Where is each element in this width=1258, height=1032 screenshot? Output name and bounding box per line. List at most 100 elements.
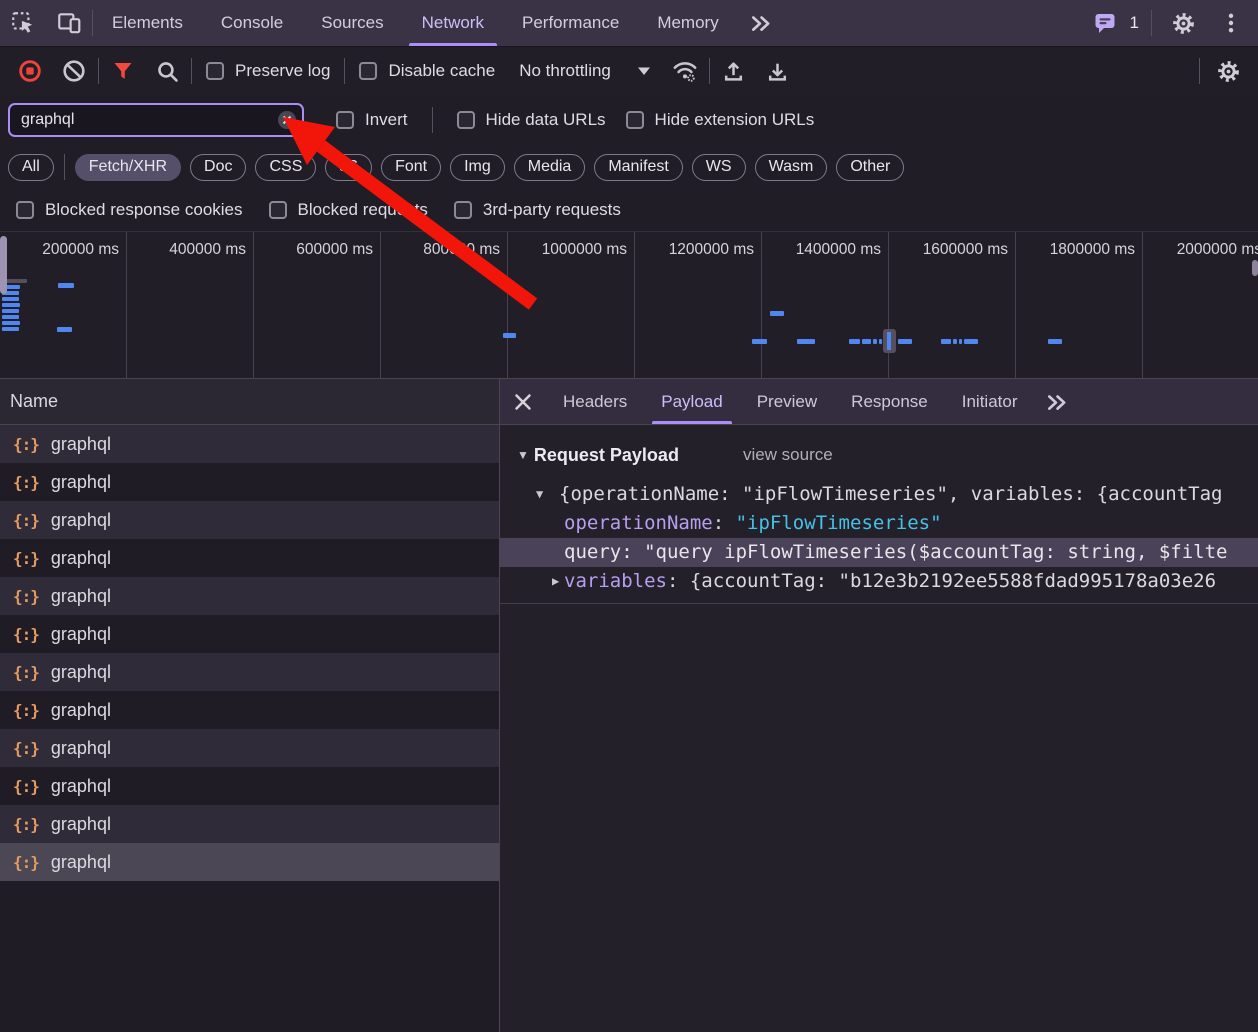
chip-all[interactable]: All bbox=[8, 154, 54, 181]
details-tabbar: Headers Payload Preview Response Initiat… bbox=[500, 379, 1258, 425]
tab-response[interactable]: Response bbox=[834, 379, 945, 424]
chip-font[interactable]: Font bbox=[381, 154, 441, 181]
hide-extension-urls-toggle[interactable]: Hide extension URLs bbox=[626, 110, 815, 130]
waterfall-bar bbox=[2, 303, 20, 307]
tab-sources[interactable]: Sources bbox=[302, 0, 402, 46]
tab-initiator[interactable]: Initiator bbox=[945, 379, 1035, 424]
record-network-log-icon[interactable] bbox=[10, 54, 50, 88]
request-row[interactable]: {:}graphql bbox=[0, 577, 499, 615]
waterfall-bar bbox=[2, 315, 19, 319]
network-settings-gear-icon[interactable] bbox=[1208, 54, 1248, 88]
export-har-icon[interactable] bbox=[758, 54, 798, 88]
json-braces-icon: {:} bbox=[13, 701, 39, 720]
waterfall-bar bbox=[898, 339, 912, 344]
request-details-panel: Headers Payload Preview Response Initiat… bbox=[500, 379, 1258, 1032]
request-row[interactable]: {:}graphql bbox=[0, 653, 499, 691]
preserve-log-toggle[interactable]: Preserve log bbox=[206, 61, 330, 81]
issues-message-icon[interactable] bbox=[1088, 11, 1122, 35]
disable-cache-toggle[interactable]: Disable cache bbox=[359, 61, 495, 81]
request-row[interactable]: {:}graphql bbox=[0, 615, 499, 653]
name-column-header[interactable]: Name bbox=[0, 379, 499, 425]
chip-other[interactable]: Other bbox=[836, 154, 904, 181]
inspect-element-icon[interactable] bbox=[0, 0, 46, 46]
divider bbox=[98, 58, 99, 84]
throttling-select[interactable]: No throttling bbox=[519, 61, 651, 81]
chip-media[interactable]: Media bbox=[514, 154, 586, 181]
chip-js[interactable]: JS bbox=[325, 154, 372, 181]
network-overview-timeline[interactable]: 200000 ms 400000 ms 600000 ms 800000 ms … bbox=[0, 231, 1258, 379]
json-braces-icon: {:} bbox=[13, 473, 39, 492]
request-payload-section[interactable]: ▼ Request Payload view source bbox=[500, 440, 1258, 470]
request-row[interactable]: {:}graphql bbox=[0, 691, 499, 729]
tab-preview[interactable]: Preview bbox=[740, 379, 834, 424]
json-braces-icon: {:} bbox=[13, 587, 39, 606]
blocked-cookies-checkbox[interactable] bbox=[16, 201, 34, 219]
more-detail-tabs-icon[interactable] bbox=[1034, 379, 1080, 424]
chip-wasm[interactable]: Wasm bbox=[755, 154, 828, 181]
filter-input[interactable] bbox=[8, 103, 304, 137]
hide-extension-urls-checkbox[interactable] bbox=[626, 111, 644, 129]
timeline-scroll-handle-right[interactable] bbox=[1252, 260, 1258, 276]
disable-cache-checkbox[interactable] bbox=[359, 62, 377, 80]
clear-filter-icon[interactable] bbox=[277, 110, 297, 130]
request-row[interactable]: {:}graphql bbox=[0, 767, 499, 805]
tab-memory[interactable]: Memory bbox=[638, 0, 737, 46]
waterfall-bar bbox=[503, 333, 516, 338]
close-details-icon[interactable] bbox=[500, 379, 546, 424]
collapse-triangle-icon[interactable]: ▼ bbox=[536, 479, 543, 509]
chip-img[interactable]: Img bbox=[450, 154, 505, 181]
tab-console[interactable]: Console bbox=[202, 0, 302, 46]
blocked-requests-checkbox[interactable] bbox=[269, 201, 287, 219]
tab-headers[interactable]: Headers bbox=[546, 379, 644, 424]
tab-elements[interactable]: Elements bbox=[93, 0, 202, 46]
chip-ws[interactable]: WS bbox=[692, 154, 746, 181]
filter-funnel-icon[interactable] bbox=[103, 54, 143, 88]
request-row[interactable]: {:}graphql bbox=[0, 425, 499, 463]
tab-network[interactable]: Network bbox=[403, 0, 503, 46]
disable-cache-label: Disable cache bbox=[388, 61, 495, 81]
payload-row-variables[interactable]: ▶variables{accountTag: "b12e3b2192ee5588… bbox=[500, 567, 1258, 596]
payload-preview-line[interactable]: ▼{operationName: "ipFlowTimeseries", var… bbox=[500, 479, 1258, 509]
preserve-log-checkbox[interactable] bbox=[206, 62, 224, 80]
network-conditions-icon[interactable] bbox=[665, 54, 705, 88]
issues-count[interactable]: 1 bbox=[1130, 13, 1139, 33]
json-braces-icon: {:} bbox=[13, 777, 39, 796]
payload-row-query[interactable]: query"query ipFlowTimeseries($accountTag… bbox=[500, 538, 1258, 567]
hide-data-urls-toggle[interactable]: Hide data URLs bbox=[457, 110, 606, 130]
more-tabs-icon[interactable] bbox=[738, 0, 784, 46]
timeline-scroll-handle-left[interactable] bbox=[0, 236, 7, 294]
blocked-requests-label: Blocked requests bbox=[298, 200, 428, 220]
request-row[interactable]: {:}graphql bbox=[0, 805, 499, 843]
third-party-requests-checkbox[interactable] bbox=[454, 201, 472, 219]
divider bbox=[1199, 58, 1200, 84]
request-row[interactable]: {:}graphql bbox=[0, 539, 499, 577]
blocked-cookies-toggle[interactable]: Blocked response cookies bbox=[16, 200, 243, 220]
device-toolbar-icon[interactable] bbox=[46, 0, 92, 46]
invert-toggle[interactable]: Invert bbox=[336, 110, 408, 130]
request-row[interactable]: {:}graphql bbox=[0, 501, 499, 539]
settings-gear-icon[interactable] bbox=[1160, 10, 1206, 37]
hide-data-urls-checkbox[interactable] bbox=[457, 111, 475, 129]
payload-value: "query ipFlowTimeseries($accountTag: str… bbox=[644, 541, 1227, 563]
request-row[interactable]: {:}graphql bbox=[0, 463, 499, 501]
kebab-menu-icon[interactable] bbox=[1214, 12, 1248, 34]
tab-payload[interactable]: Payload bbox=[644, 379, 739, 424]
invert-checkbox[interactable] bbox=[336, 111, 354, 129]
import-har-icon[interactable] bbox=[714, 54, 754, 88]
chip-manifest[interactable]: Manifest bbox=[594, 154, 682, 181]
chip-css[interactable]: CSS bbox=[255, 154, 316, 181]
blocked-requests-toggle[interactable]: Blocked requests bbox=[269, 200, 428, 220]
chip-doc[interactable]: Doc bbox=[190, 154, 246, 181]
third-party-requests-toggle[interactable]: 3rd-party requests bbox=[454, 200, 621, 220]
tab-performance[interactable]: Performance bbox=[503, 0, 638, 46]
payload-row-operation-name[interactable]: operationName"ipFlowTimeseries" bbox=[500, 509, 1258, 538]
expand-triangle-icon[interactable]: ▶ bbox=[552, 567, 559, 596]
view-source-link[interactable]: view source bbox=[743, 445, 833, 465]
search-icon[interactable] bbox=[147, 54, 187, 88]
collapse-triangle-icon[interactable]: ▼ bbox=[517, 448, 529, 462]
request-row[interactable]: {:}graphql bbox=[0, 729, 499, 767]
chip-fetch-xhr[interactable]: Fetch/XHR bbox=[75, 154, 181, 181]
network-main-area: Name {:}graphql {:}graphql {:}graphql {:… bbox=[0, 379, 1258, 1032]
request-row-selected[interactable]: {:}graphql bbox=[0, 843, 499, 881]
clear-network-log-icon[interactable] bbox=[54, 54, 94, 88]
